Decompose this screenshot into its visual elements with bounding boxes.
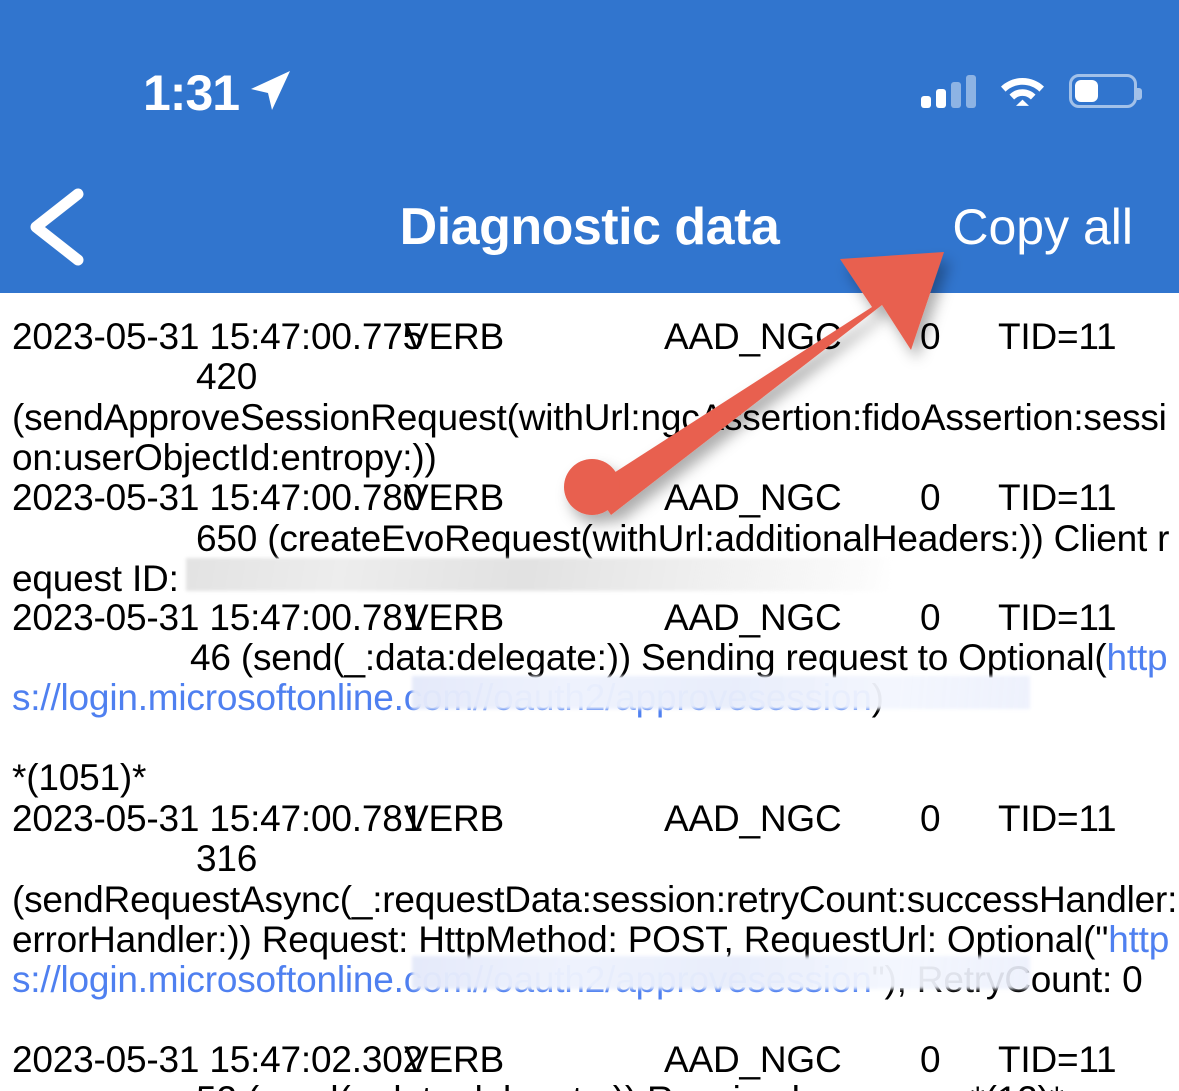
log-entry-header: 2023-05-31 15:47:00.780VERB AAD_NGC 0 TID=1…	[12, 478, 1179, 518]
log-num: 0	[920, 597, 941, 638]
log-message: 46 (send(_:data:delegate:)) Sending requ…	[12, 638, 1177, 718]
log-level: VERB	[404, 316, 504, 357]
log-level: VERB	[404, 477, 504, 518]
status-bar: 1:31	[0, 0, 1179, 160]
log-line-number: 650	[196, 518, 258, 559]
log-timestamp: 2023-05-31 15:47:00.775	[12, 316, 423, 357]
log-message-text: (send(_:data:delegate:)) Received respon…	[247, 1079, 1064, 1091]
log-message-text: (send(_:data:delegate:)) Sending request…	[240, 637, 1107, 678]
log-entry-header: 2023-05-31 15:47:00.775VERB AAD_NGC 0 TID=1…	[12, 317, 1179, 357]
log-entry-header: 2023-05-31 15:47:02.302VERB AAD_NGC 0 TID=1…	[12, 1040, 1179, 1080]
log-level: VERB	[404, 798, 504, 839]
log-url-part-2[interactable]: /oauth2/approvesession	[483, 959, 872, 1000]
app-header: 1:31 Diagnostic data Copy all	[0, 0, 1179, 293]
log-message-suffix: )	[871, 677, 884, 718]
log-line-number: 52	[196, 1079, 237, 1091]
log-tag: AAD_NGC	[664, 316, 842, 357]
log-entry-header: 2023-05-31 15:47:00.781VERB AAD_NGC 0 TID=1…	[12, 799, 1179, 839]
log-num: 0	[920, 798, 941, 839]
log-url-part-2[interactable]: /oauth2/approvesession	[483, 677, 872, 718]
log-tid: TID=11	[998, 798, 1117, 839]
log-tid: TID=11	[998, 316, 1117, 357]
log-num: 0	[920, 316, 941, 357]
battery-icon	[1069, 74, 1142, 108]
log-tid: TID=11	[998, 597, 1117, 638]
copy-all-button[interactable]: Copy all	[952, 194, 1133, 260]
status-bar-indicators	[921, 66, 1142, 116]
log-message-text: (sendRequestAsync(_:requestData:session:…	[12, 879, 1178, 960]
status-bar-time: 1:31	[143, 65, 240, 121]
log-tag: AAD_NGC	[664, 477, 842, 518]
log-level: VERB	[404, 597, 504, 638]
log-line-number: 316	[196, 838, 258, 879]
log-tag: AAD_NGC	[664, 798, 842, 839]
log-tid: TID=11	[998, 477, 1117, 518]
log-timestamp: 2023-05-31 15:47:00.780	[12, 477, 423, 518]
log-line-number: 46	[190, 637, 231, 678]
log-entry-header: 2023-05-31 15:47:00.781VERB AAD_NGC 0 TID=1…	[12, 598, 1179, 638]
log-message-text: (createEvoRequest(withUrl:additionalHead…	[12, 518, 1170, 599]
log-tag: AAD_NGC	[664, 597, 842, 638]
wifi-icon	[1001, 78, 1044, 106]
log-timestamp: 2023-05-31 15:47:00.781	[12, 798, 423, 839]
log-timestamp: 2023-05-31 15:47:00.781	[12, 597, 423, 638]
log-trailer: *(1051)*	[12, 757, 147, 798]
log-num: 0	[920, 477, 941, 518]
log-line-number: 420	[196, 356, 258, 397]
nav-bar: Diagnostic data Copy all	[0, 160, 1179, 293]
log-message: 650 (createEvoRequest(withUrl:additional…	[12, 519, 1172, 599]
log-tag: AAD_NGC	[664, 1039, 842, 1080]
log-tid: TID=11	[998, 1039, 1117, 1080]
diagnostic-log-content[interactable]: 2023-05-31 15:47:00.775VERB AAD_NGC 0 TID=1…	[0, 293, 1179, 1091]
log-level: VERB	[404, 1039, 504, 1080]
location-arrow-icon	[251, 71, 290, 110]
log-timestamp: 2023-05-31 15:47:02.302	[12, 1039, 423, 1080]
log-num: 0	[920, 1039, 941, 1080]
log-message: (sendRequestAsync(_:requestData:session:…	[12, 880, 1179, 1000]
log-message: (sendApproveSessionRequest(withUrl:ngcAs…	[12, 397, 1167, 478]
cellular-bars-icon	[921, 74, 976, 108]
log-message: 52 (send(_:data:delegate:)) Received res…	[12, 1080, 1172, 1091]
log-message-suffix: "), RetryCount: 0	[871, 959, 1143, 1000]
